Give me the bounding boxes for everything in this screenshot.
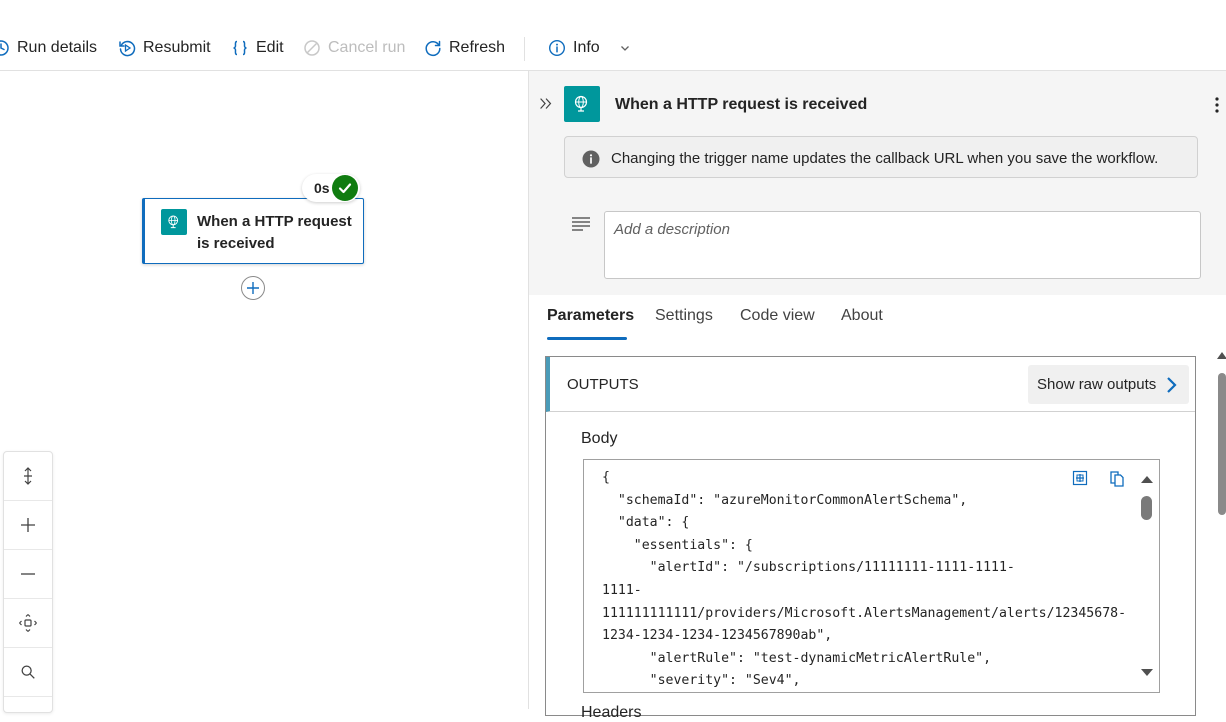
refresh-icon (424, 39, 442, 57)
tab-about[interactable]: About (841, 307, 883, 325)
cancel-icon (303, 39, 321, 57)
info-label: Info (573, 39, 600, 56)
info-filled-icon (582, 150, 600, 168)
panel-title[interactable]: When a HTTP request is received (615, 96, 867, 114)
body-label: Body (581, 430, 618, 447)
outputs-section: OUTPUTS Show raw outputs Body { "schemaI… (545, 356, 1196, 721)
format-icon (1072, 470, 1088, 486)
canvas-controls (3, 451, 53, 713)
more-icon (1209, 93, 1225, 117)
info-message-bar: Changing the trigger name updates the ca… (564, 136, 1198, 178)
chevron-right-icon (1164, 375, 1178, 395)
cancel-run-label: Cancel run (328, 39, 406, 56)
resubmit-button[interactable]: Resubmit (118, 36, 211, 60)
plus-icon (246, 281, 260, 295)
code-scroll-down-button[interactable] (1140, 668, 1154, 678)
description-input[interactable] (604, 211, 1201, 279)
fit-vertical-icon (18, 466, 38, 486)
more-options-button[interactable] (1209, 93, 1225, 117)
zoom-out-icon (18, 564, 38, 584)
run-details-label: Run details (17, 39, 98, 56)
run-details-button[interactable]: Run details (0, 36, 97, 60)
caret-up-icon (1216, 350, 1226, 360)
collapse-panel-button[interactable] (537, 95, 557, 115)
copy-icon (1108, 469, 1126, 487)
trigger-node[interactable]: When a HTTP request is received (142, 198, 364, 264)
active-tab-indicator (547, 337, 627, 340)
refresh-button[interactable]: Refresh (424, 36, 505, 60)
refresh-label: Refresh (449, 39, 506, 56)
zoom-in-icon (18, 515, 38, 535)
format-button[interactable] (1072, 470, 1088, 486)
copy-button[interactable] (1108, 469, 1126, 487)
show-raw-outputs-label: Show raw outputs (1037, 376, 1157, 393)
command-bar: Run details Resubmit Edit Cancel run Ref… (0, 0, 1226, 71)
duration-label: 0s (314, 180, 330, 196)
body-code: { "schemaId": "azureMonitorCommonAlertSc… (602, 470, 1127, 689)
fit-vertical-button[interactable] (4, 452, 52, 501)
info-message-text: Changing the trigger name updates the ca… (611, 150, 1159, 167)
search-button[interactable] (4, 648, 52, 697)
panel-scrollbar-thumb[interactable] (1218, 373, 1226, 515)
toolbar-divider (524, 37, 525, 61)
workflow-canvas[interactable]: When a HTTP request is received 0s (0, 71, 528, 713)
panel-scroll-up-button[interactable] (1216, 350, 1226, 360)
headers-label: Headers (581, 704, 642, 721)
zoom-in-button[interactable] (4, 501, 52, 550)
globe-request-icon (161, 209, 187, 235)
check-icon (332, 175, 358, 201)
add-step-button[interactable] (241, 276, 265, 300)
caret-up-icon (1140, 474, 1154, 484)
chevron-down-icon (619, 42, 631, 54)
text-lines-icon (571, 216, 591, 232)
edit-button[interactable]: Edit (231, 36, 284, 60)
tab-settings[interactable]: Settings (655, 307, 713, 325)
info-icon (548, 39, 566, 57)
show-raw-outputs-button[interactable]: Show raw outputs (1028, 365, 1189, 404)
code-scrollbar-thumb[interactable] (1141, 496, 1152, 520)
outputs-header: OUTPUTS Show raw outputs (546, 357, 1195, 412)
resubmit-icon (118, 39, 136, 57)
cancel-run-button[interactable]: Cancel run (303, 36, 405, 60)
braces-icon (231, 39, 249, 57)
run-status-badge: 0s (302, 174, 360, 202)
outputs-label: OUTPUTS (567, 376, 639, 393)
collapse-icon (537, 95, 557, 113)
history-icon (0, 39, 10, 57)
globe-request-icon (564, 86, 600, 122)
code-scroll-up-button[interactable] (1140, 474, 1154, 484)
details-panel: When a HTTP request is received Changing… (529, 71, 1226, 721)
fit-view-button[interactable] (4, 599, 52, 648)
tab-parameters[interactable]: Parameters (547, 307, 634, 325)
info-menu-button[interactable]: Info (548, 36, 631, 60)
resubmit-label: Resubmit (143, 39, 211, 56)
panel-header: When a HTTP request is received Changing… (529, 71, 1226, 295)
tab-code-view[interactable]: Code view (740, 307, 815, 325)
body-code-viewer[interactable]: { "schemaId": "azureMonitorCommonAlertSc… (583, 459, 1160, 693)
edit-label: Edit (256, 39, 284, 56)
caret-down-icon (1140, 668, 1154, 678)
fit-view-icon (18, 613, 38, 633)
trigger-node-title: When a HTTP request is received (197, 213, 352, 252)
search-icon (19, 663, 37, 681)
zoom-out-button[interactable] (4, 550, 52, 599)
